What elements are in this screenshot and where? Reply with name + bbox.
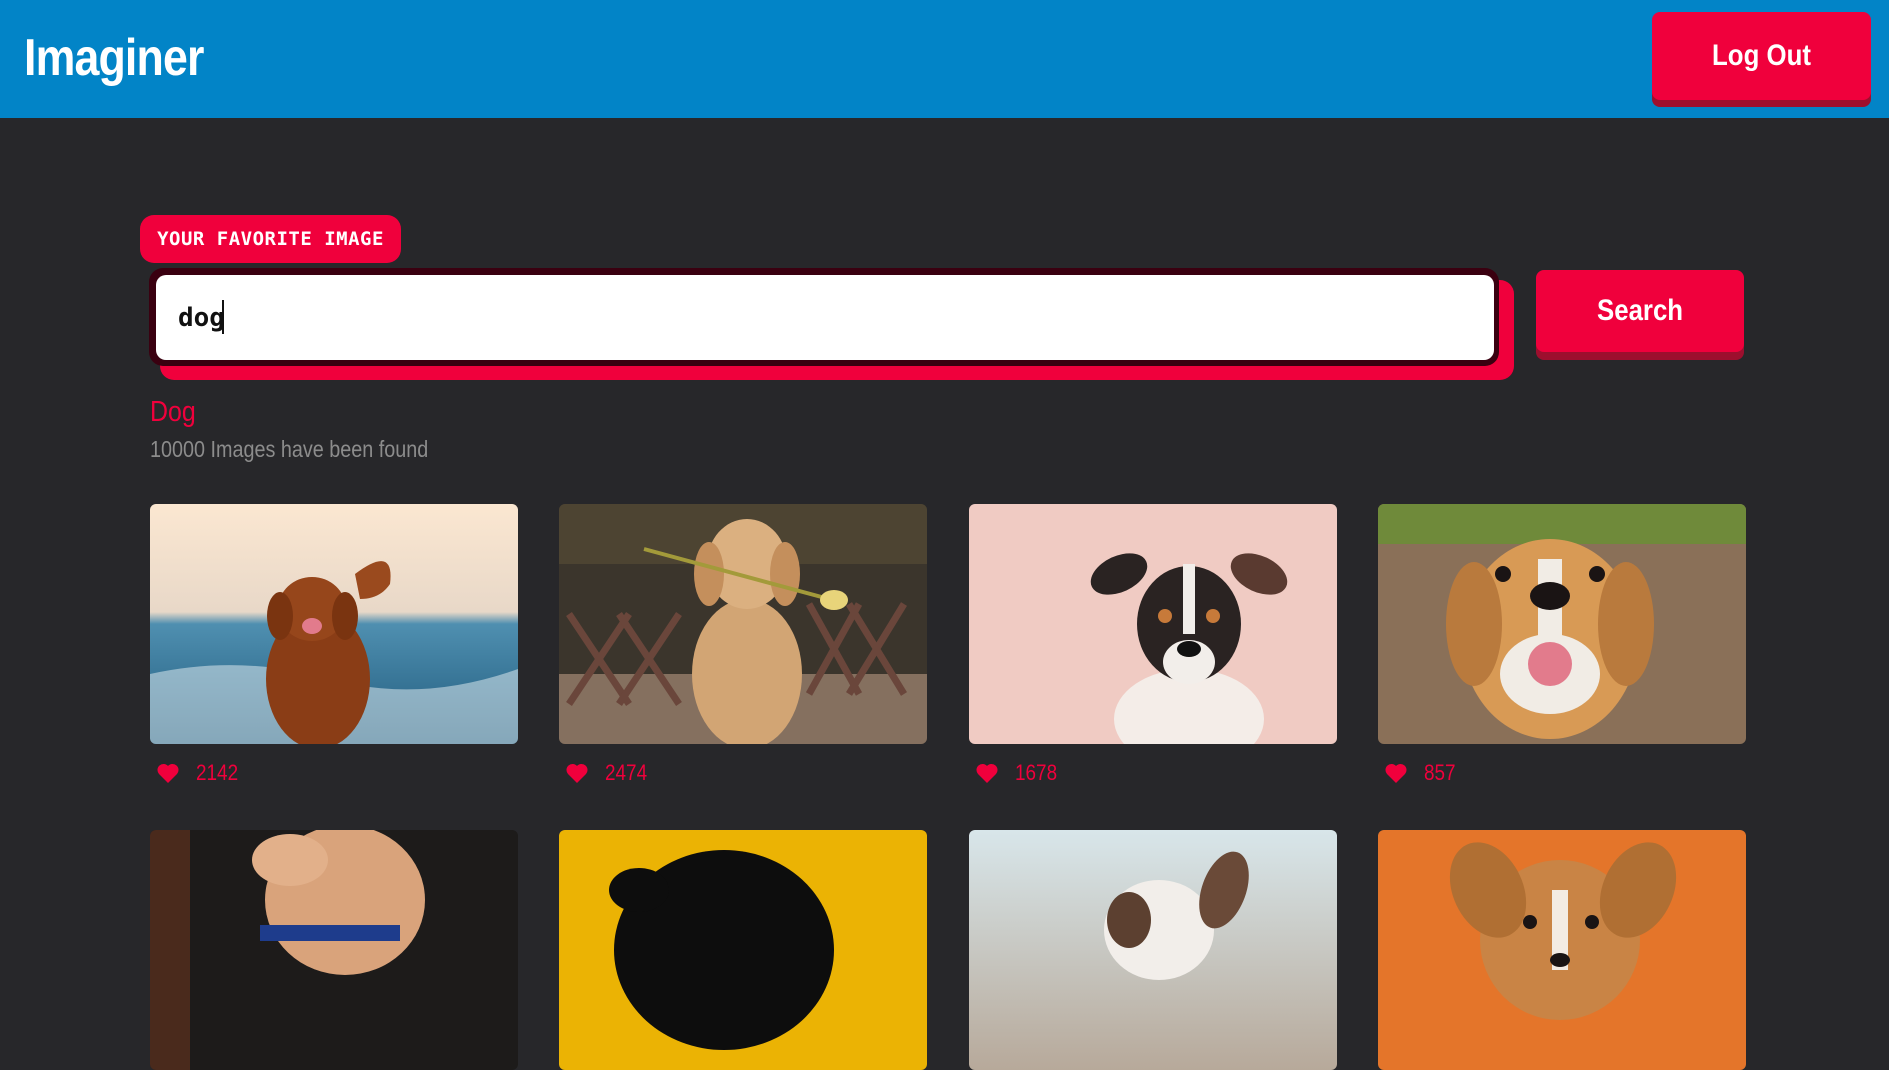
image-card[interactable] [969, 830, 1337, 1070]
image-card[interactable] [559, 830, 927, 1070]
likes-row: 2142 [156, 758, 518, 788]
image-card[interactable]: 857 [1378, 504, 1746, 788]
image-card[interactable] [150, 830, 518, 1070]
heart-icon[interactable] [1384, 762, 1408, 784]
dog-image[interactable] [969, 830, 1337, 1070]
like-count: 2142 [196, 760, 239, 785]
image-card[interactable]: 2474 [559, 504, 927, 788]
dog-image[interactable] [559, 504, 927, 744]
heart-icon[interactable] [156, 762, 180, 784]
like-count: 1678 [1015, 760, 1058, 785]
search-button[interactable]: Search [1536, 270, 1744, 352]
image-card[interactable]: 2142 [150, 504, 518, 788]
results-count: 10000 Images have been found [150, 436, 429, 462]
logout-button[interactable]: Log Out [1652, 12, 1871, 100]
likes-row: 857 [1384, 758, 1746, 788]
text-caret [222, 300, 224, 334]
app-header: Imaginer Log Out [0, 0, 1889, 118]
dog-image[interactable] [559, 830, 927, 1070]
search-input[interactable] [156, 275, 1494, 360]
dog-image[interactable] [1378, 830, 1746, 1070]
dog-image[interactable] [1378, 504, 1746, 744]
dog-image[interactable] [150, 504, 518, 744]
dog-image[interactable] [969, 504, 1337, 744]
heart-icon[interactable] [565, 762, 589, 784]
search-button-label: Search [1596, 294, 1684, 327]
search-field-label: YOUR FAVORITE IMAGE [140, 215, 401, 263]
heart-icon[interactable] [975, 762, 999, 784]
image-card[interactable] [1378, 830, 1746, 1070]
like-count: 2474 [605, 760, 648, 785]
results-title: Dog [150, 396, 196, 428]
logout-button-label: Log Out [1712, 39, 1811, 72]
dog-image[interactable] [150, 830, 518, 1070]
likes-row: 2474 [565, 758, 927, 788]
like-count: 857 [1424, 760, 1456, 785]
app-title: Imaginer [24, 29, 204, 87]
image-card[interactable]: 1678 [969, 504, 1337, 788]
likes-row: 1678 [975, 758, 1337, 788]
